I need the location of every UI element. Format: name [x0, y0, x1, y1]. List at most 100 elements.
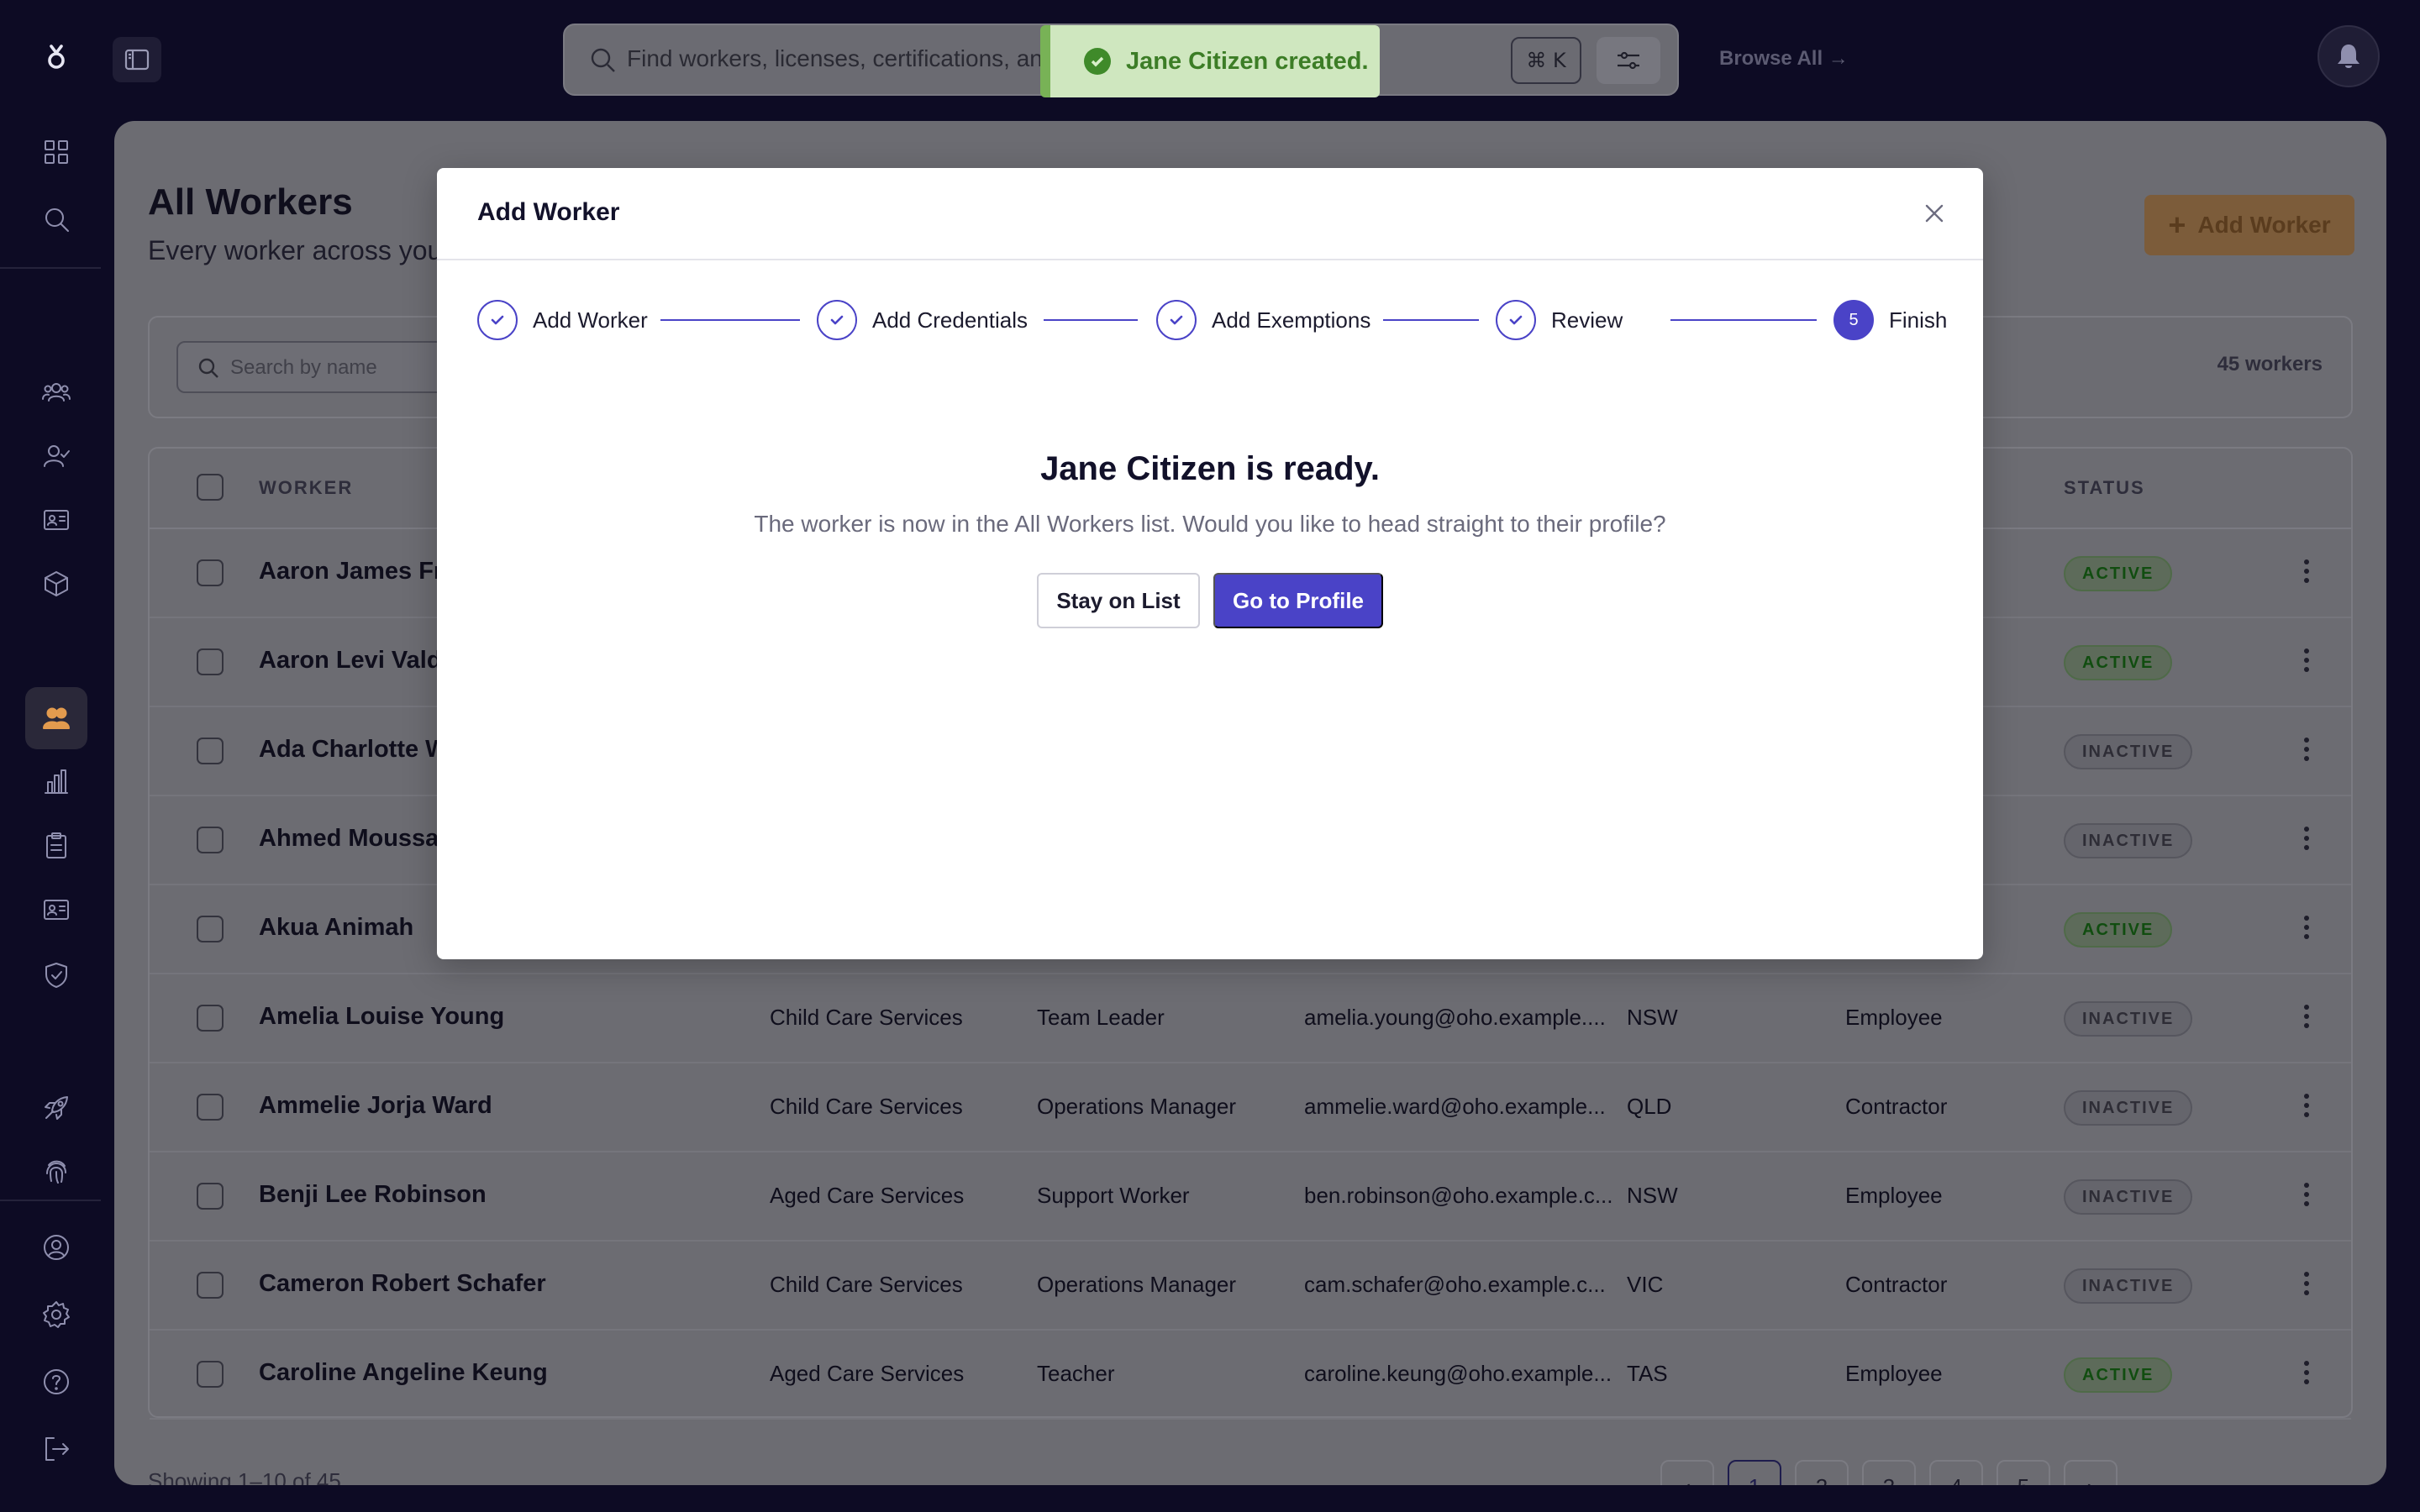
finish-heading: Jane Citizen is ready. [1040, 450, 1380, 487]
sidebar-divider [0, 1200, 101, 1201]
search-icon[interactable] [25, 188, 87, 250]
worker-role: Support Worker [1037, 1183, 1190, 1208]
page-button[interactable]: 1 [1728, 1460, 1781, 1485]
bell-icon [2338, 45, 2360, 68]
table-row[interactable]: Benji Lee Robinson Aged Care Services Supp… [150, 1152, 2351, 1242]
row-checkbox[interactable] [197, 1361, 224, 1388]
sidebar [0, 0, 113, 1512]
settings-gear-icon[interactable] [25, 1284, 87, 1346]
toast-message: Jane Citizen created. [1126, 47, 1369, 75]
status-badge: ACTIVE [2064, 645, 2173, 680]
row-checkbox[interactable] [197, 1183, 224, 1210]
status-badge: INACTIVE [2064, 1179, 2193, 1215]
table-row[interactable]: Cameron Robert Schafer Child Care Service… [150, 1242, 2351, 1331]
search-filters-button[interactable] [1597, 37, 1660, 84]
modal-title: Add Worker [477, 198, 620, 226]
close-modal-button[interactable] [1919, 198, 1949, 228]
worker-role: Operations Manager [1037, 1272, 1237, 1297]
shield-check-icon[interactable] [25, 944, 87, 1006]
row-actions-kebab-icon[interactable] [2302, 1005, 2311, 1033]
rocket-icon[interactable] [25, 1077, 87, 1139]
status-badge: INACTIVE [2064, 823, 2193, 858]
page-button[interactable]: 4 [1929, 1460, 1983, 1485]
prev-page-button[interactable]: ‹ [1660, 1460, 1714, 1485]
finish-description: The worker is now in the All Workers lis… [754, 511, 1666, 537]
worker-count: 45 workers [2217, 353, 2323, 375]
status-badge: INACTIVE [2064, 1001, 2193, 1037]
worker-name: Benji Lee Robinson [259, 1181, 487, 1208]
sidebar-divider [0, 267, 101, 269]
step-finish: 5 Finish [1833, 299, 1947, 341]
row-actions-kebab-icon[interactable] [2302, 1094, 2311, 1122]
table-row[interactable]: Caroline Angeline Keung Aged Care Service… [150, 1331, 2351, 1420]
row-actions-kebab-icon[interactable] [2302, 648, 2311, 677]
row-checkbox[interactable] [197, 1005, 224, 1032]
sidebar-panel-icon [124, 49, 150, 71]
page-button[interactable]: 5 [1996, 1460, 2050, 1485]
row-actions-kebab-icon[interactable] [2302, 738, 2311, 766]
table-row[interactable]: Ammelie Jorja Ward Child Care Services Ope… [150, 1063, 2351, 1152]
worker-division: Child Care Services [770, 1005, 963, 1030]
workers-icon[interactable] [25, 687, 87, 749]
worker-type: Employee [1845, 1183, 1943, 1208]
next-page-button[interactable]: › [2064, 1460, 2118, 1485]
notifications-button[interactable] [2317, 25, 2380, 87]
worker-name: Cameron Robert Schafer [259, 1270, 546, 1297]
worker-name: Akua Animah [259, 914, 414, 941]
contact-card-icon[interactable] [25, 879, 87, 941]
worker-division: Child Care Services [770, 1272, 963, 1297]
user-check-icon[interactable] [25, 425, 87, 487]
row-checkbox[interactable] [197, 738, 224, 764]
step-add-exemptions: Add Exemptions [1156, 299, 1370, 341]
row-actions-kebab-icon[interactable] [2302, 1361, 2311, 1389]
row-actions-kebab-icon[interactable] [2302, 1272, 2311, 1300]
row-actions-kebab-icon[interactable] [2302, 827, 2311, 855]
worker-division: Aged Care Services [770, 1183, 965, 1208]
stepper-connector [1044, 319, 1138, 321]
row-checkbox[interactable] [197, 1272, 224, 1299]
status-badge: ACTIVE [2064, 556, 2173, 591]
stepper-connector [1670, 319, 1817, 321]
worker-name: Caroline Angeline Keung [259, 1359, 548, 1386]
go-to-profile-button[interactable]: Go to Profile [1213, 573, 1383, 628]
fingerprint-icon[interactable] [25, 1141, 87, 1203]
select-all-checkbox[interactable] [197, 474, 224, 501]
page-button[interactable]: 2 [1795, 1460, 1849, 1485]
status-badge: ACTIVE [2064, 1357, 2173, 1393]
page-subtitle: Every worker across you [148, 235, 443, 265]
row-actions-kebab-icon[interactable] [2302, 559, 2311, 588]
package-icon[interactable] [25, 553, 87, 615]
step-add-credentials: Add Credentials [817, 299, 1028, 341]
bar-chart-icon[interactable] [25, 751, 87, 813]
worker-name: Ammelie Jorja Ward [259, 1092, 492, 1119]
row-checkbox[interactable] [197, 827, 224, 853]
row-actions-kebab-icon[interactable] [2302, 916, 2311, 944]
step-label: Add Exemptions [1212, 307, 1371, 333]
status-badge: INACTIVE [2064, 1268, 2193, 1304]
clipboard-icon[interactable] [25, 815, 87, 877]
logout-icon[interactable] [25, 1418, 87, 1480]
brand-logo-icon[interactable] [25, 27, 87, 89]
step-complete-check-icon [817, 300, 857, 340]
browse-all-link[interactable]: Browse All → [1719, 47, 1849, 71]
worker-email: cam.schafer@oho.example.c... [1304, 1272, 1606, 1297]
row-checkbox[interactable] [197, 916, 224, 942]
stay-on-list-button[interactable]: Stay on List [1037, 573, 1200, 628]
worker-state: QLD [1627, 1094, 1672, 1119]
id-card-icon[interactable] [25, 489, 87, 551]
page-button[interactable]: 3 [1862, 1460, 1916, 1485]
row-checkbox[interactable] [197, 1094, 224, 1121]
account-icon[interactable] [25, 1216, 87, 1278]
sliders-icon [1618, 51, 1639, 70]
team-icon[interactable] [25, 361, 87, 423]
worker-type: Employee [1845, 1005, 1943, 1030]
help-icon[interactable] [25, 1351, 87, 1413]
row-actions-kebab-icon[interactable] [2302, 1183, 2311, 1211]
toggle-sidebar-button[interactable] [113, 37, 161, 82]
row-checkbox[interactable] [197, 648, 224, 675]
add-worker-button[interactable]: + Add Worker [2144, 195, 2354, 255]
dashboard-grid-icon[interactable] [25, 121, 87, 183]
table-row[interactable]: Amelia Louise Young Child Care Services Te… [150, 974, 2351, 1063]
row-checkbox[interactable] [197, 559, 224, 586]
worker-type: Employee [1845, 1361, 1943, 1386]
